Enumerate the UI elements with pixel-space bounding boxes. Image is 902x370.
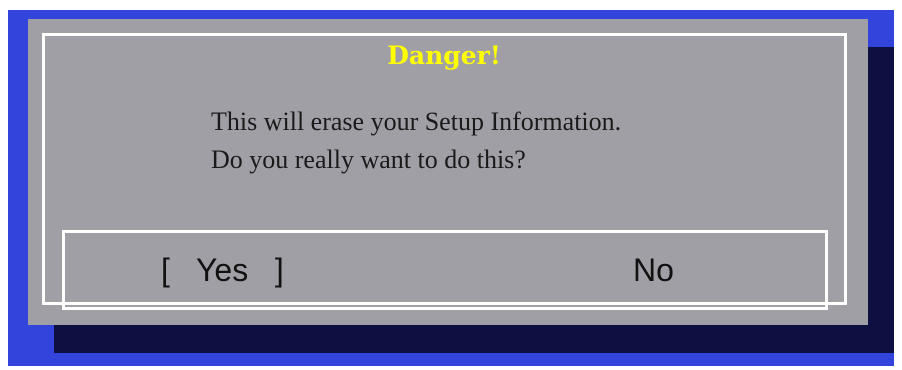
button-panel: [ Yes ] No [62,230,828,310]
no-button[interactable]: No [633,252,674,288]
yes-close-bracket: ] [274,252,284,288]
bios-screen: Danger! This will erase your Setup Infor… [8,10,894,366]
dialog-title: Danger! [367,36,521,76]
message-line-1: This will erase your Setup Information. [211,107,622,136]
message-line-2: Do you really want to do this? [211,145,526,174]
dialog-message: This will erase your Setup Information. … [211,103,621,179]
yes-button-label: Yes [195,252,249,288]
no-button-label: No [633,252,674,288]
danger-dialog: Danger! This will erase your Setup Infor… [28,19,868,325]
yes-open-bracket: [ [161,252,170,288]
yes-button[interactable]: [ Yes ] [161,252,284,288]
